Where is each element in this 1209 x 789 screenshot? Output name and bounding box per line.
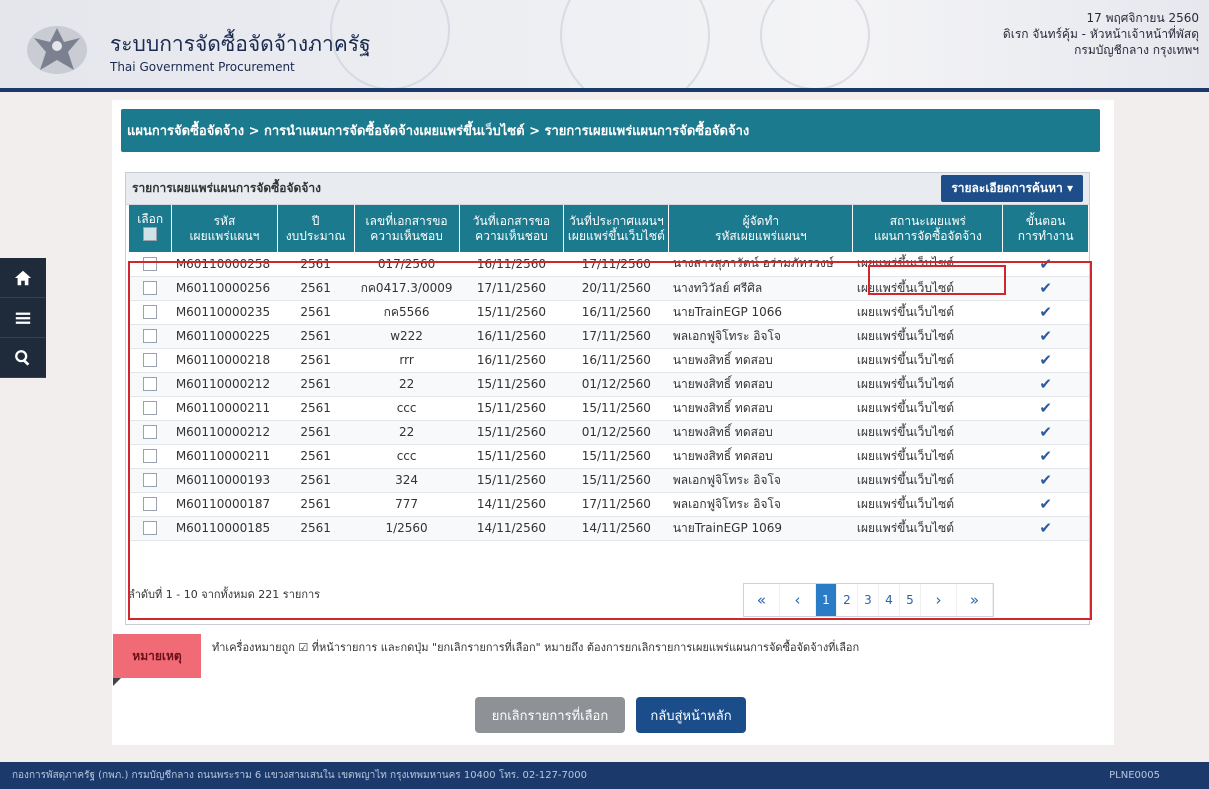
header-ornament — [560, 0, 710, 92]
column-header-label: สถานะเผยแพร่ — [889, 213, 966, 228]
column-header-label: ความเห็นชอบ — [475, 228, 548, 243]
column-header-label: เลือก — [137, 212, 164, 226]
system-title: ระบบการจัดซื้อจัดจ้างภาครัฐ — [110, 32, 371, 56]
search-icon — [15, 349, 30, 366]
column-header: เลขที่เอกสารขอ ความเห็นชอบ — [354, 205, 460, 252]
note-tag-tail — [113, 678, 121, 686]
garuda-logo — [27, 26, 87, 74]
highlight-frame — [128, 261, 1092, 620]
breadcrumb[interactable]: แผนการจัดซื้อจัดจ้าง > การนำแผนการจัดซื้… — [121, 109, 1100, 152]
column-header-label: การทำงาน — [1017, 228, 1074, 243]
note-text-after: ที่หน้ารายการ และกดปุ่ม "ยกเลิกรายการที่… — [311, 641, 860, 654]
column-header-label: ขั้นตอน — [1025, 213, 1066, 228]
side-dock — [0, 258, 46, 378]
column-header: วันที่ประกาศแผนฯ เผยแพร่ขึ้นเว็บไซต์ — [563, 205, 670, 252]
note-text-before: ทำเครื่องหมายถูก — [212, 641, 295, 654]
cancel-selected-button[interactable]: ยกเลิกรายการที่เลือก — [475, 697, 625, 733]
column-header-label: เลขที่เอกสารขอ — [365, 213, 448, 228]
list-header: รายการเผยแพร่แผนการจัดซื้อจัดจ้าง รายละเ… — [126, 173, 1089, 205]
list-title: รายการเผยแพร่แผนการจัดซื้อจัดจ้าง — [132, 181, 321, 195]
column-header-label: ความเห็นชอบ — [370, 228, 443, 243]
column-header-label: แผนการจัดซื้อจัดจ้าง — [873, 228, 982, 243]
user-info: 17 พฤศจิกายน 2560 ดิเรก จันทร์คุ้ม - หัว… — [1003, 10, 1199, 58]
table-header-row: เลือก รหัส เผยแพร่แผนฯ ปี งบประมาณ เลขที่เอกส… — [129, 205, 1089, 252]
page-code: PLNE0005 — [1109, 770, 1160, 781]
column-header: เลือก — [129, 205, 173, 252]
column-header: ปี งบประมาณ — [277, 205, 355, 252]
note-tag: หมายเหตุ — [113, 634, 201, 678]
current-date: 17 พฤศจิกายน 2560 — [1086, 11, 1200, 25]
menu-button[interactable] — [0, 298, 46, 338]
search-button[interactable] — [0, 338, 46, 378]
column-header: ผู้จัดทำ รหัสเผยแพร่แผนฯ — [668, 205, 854, 252]
column-header: วันที่เอกสารขอ ความเห็นชอบ — [459, 205, 565, 252]
system-subtitle: Thai Government Procurement — [110, 60, 295, 74]
user-name: ดิเรก จันทร์คุ้ม - หัวหน้าเจ้าหน้าที่พัส… — [1002, 27, 1199, 41]
search-details-button[interactable]: รายละเอียดการค้นหา ▾ — [941, 175, 1083, 202]
column-header-label: รหัส — [213, 213, 236, 228]
column-header-label: ผู้จัดทำ — [742, 213, 780, 228]
header-ornament — [760, 0, 870, 90]
column-header: รหัส เผยแพร่แผนฯ — [171, 205, 278, 252]
column-header-label: งบประมาณ — [285, 228, 346, 243]
site-footer: กองการพัสดุภาครัฐ (กพภ.) กรมบัญชีกลาง ถน… — [0, 762, 1209, 789]
user-department: กรมบัญชีกลาง กรุงเทพฯ — [1074, 43, 1199, 57]
column-header-label: วันที่เอกสารขอ — [472, 213, 551, 228]
highlight-status-cell — [868, 265, 1006, 295]
column-header-label: เผยแพร่ขึ้นเว็บไซต์ — [567, 228, 665, 243]
column-header: สถานะเผยแพร่ แผนการจัดซื้อจัดจ้าง — [852, 205, 1004, 252]
back-home-button[interactable]: กลับสู่หน้าหลัก — [636, 697, 746, 733]
menu-icon — [15, 312, 31, 324]
column-header-label: วันที่ประกาศแผนฯ — [569, 213, 664, 228]
select-all-checkbox[interactable] — [143, 227, 158, 241]
column-header-label: ปี — [311, 213, 320, 228]
home-button[interactable] — [0, 258, 46, 298]
site-header: ระบบการจัดซื้อจัดจ้างภาครัฐ Thai Governm… — [0, 0, 1209, 92]
checkbox-checked-icon: ☑ — [298, 641, 309, 654]
home-icon — [14, 270, 32, 285]
column-header-label: รหัสเผยแพร่แผนฯ — [715, 228, 807, 243]
column-header-label: เผยแพร่แผนฯ — [189, 228, 260, 243]
header-divider — [0, 88, 1209, 92]
column-header: ขั้นตอน การทำงาน — [1002, 205, 1089, 252]
note-text: ทำเครื่องหมายถูก ☑ ที่หน้ารายการ และกดปุ… — [212, 638, 859, 656]
footer-address: กองการพัสดุภาครัฐ (กพภ.) กรมบัญชีกลาง ถน… — [12, 770, 587, 781]
